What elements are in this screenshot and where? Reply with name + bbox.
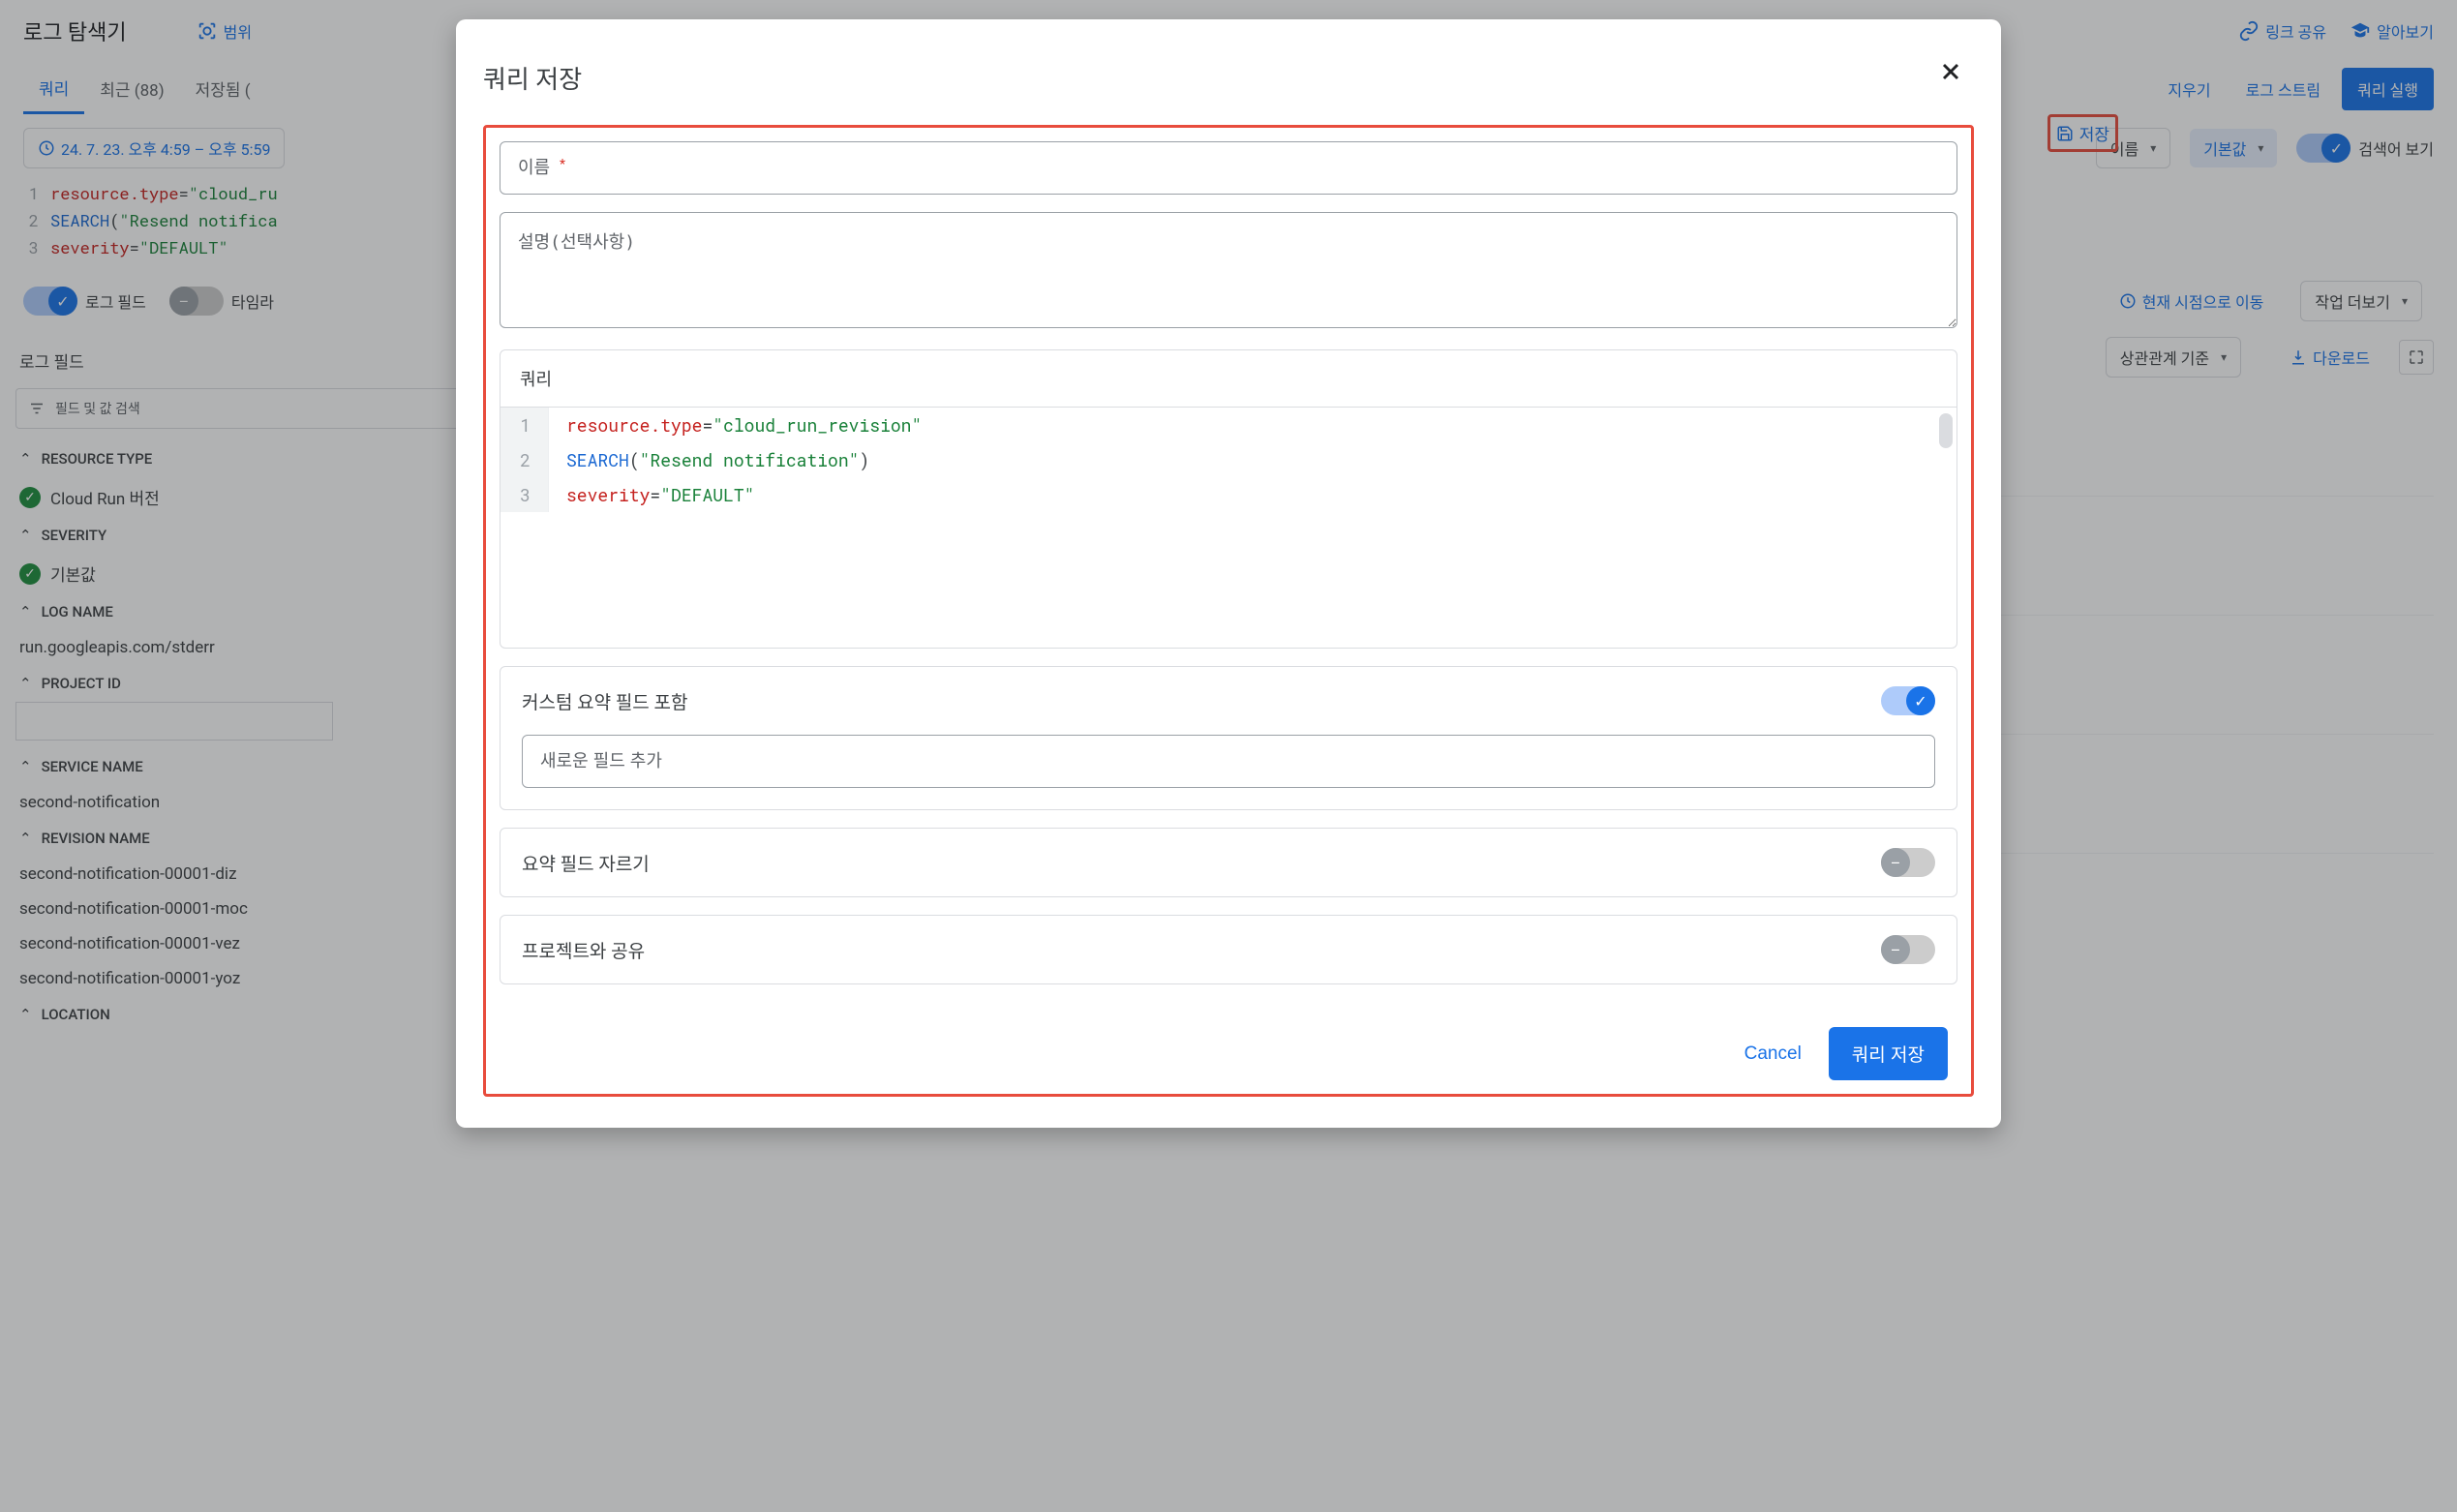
close-icon[interactable] (1937, 58, 1964, 85)
include-summary-label: 커스텀 요약 필드 포함 (522, 688, 687, 714)
query-description-input[interactable] (500, 212, 1957, 328)
query-preview-panel: 쿼리 1resource.type="cloud_run_revision" 2… (500, 349, 1957, 649)
add-field-input[interactable] (522, 735, 1935, 788)
query-name-input[interactable] (500, 141, 1957, 195)
include-summary-toggle[interactable]: ✓ (1881, 686, 1935, 715)
save-query-dialog: 쿼리 저장 * 쿼리 1resource.type="cloud_run_rev… (456, 19, 2001, 1128)
query-preview-code: 1resource.type="cloud_run_revision" 2SEA… (500, 408, 1956, 512)
save-query-button[interactable]: 쿼리 저장 (1829, 1027, 1948, 1080)
share-project-toggle[interactable]: – (1881, 935, 1935, 964)
dialog-title: 쿼리 저장 (483, 60, 1974, 96)
required-star: * (560, 157, 565, 172)
cancel-button[interactable]: Cancel (1744, 1043, 1802, 1065)
truncate-summary-toggle[interactable]: – (1881, 848, 1935, 877)
query-preview-header: 쿼리 (500, 350, 1956, 408)
truncate-summary-label: 요약 필드 자르기 (522, 850, 650, 876)
share-project-label: 프로젝트와 공유 (522, 937, 645, 963)
scrollbar[interactable] (1939, 413, 1953, 448)
